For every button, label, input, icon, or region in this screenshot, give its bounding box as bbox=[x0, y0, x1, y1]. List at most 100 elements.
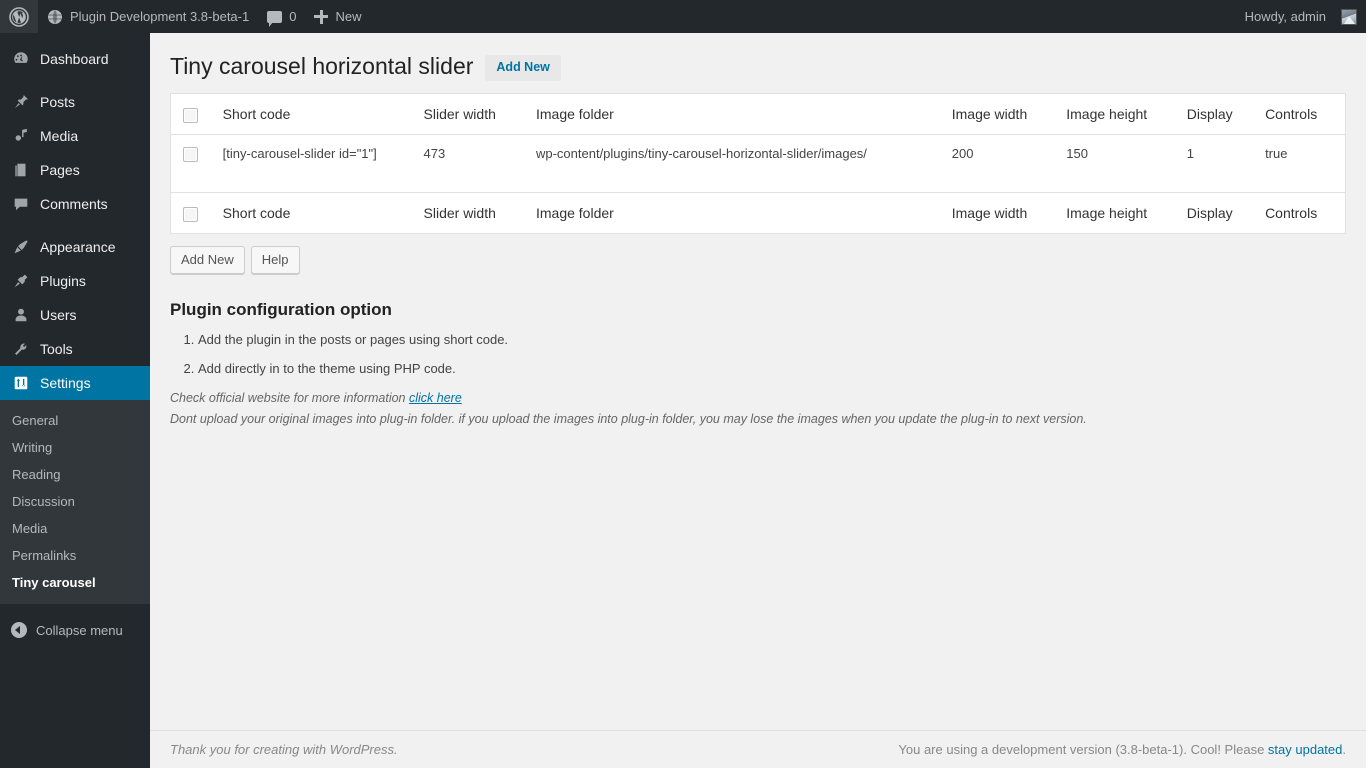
sidebar-item-posts[interactable]: Posts bbox=[0, 85, 150, 119]
row-checkbox[interactable] bbox=[183, 147, 198, 163]
sidebar-item-tools[interactable]: Tools bbox=[0, 332, 150, 366]
sidebar-item-label: Plugins bbox=[40, 273, 86, 289]
column-footer-short-code: Short code bbox=[212, 192, 414, 234]
sidebar-item-label: Pages bbox=[40, 162, 80, 178]
note-official-website: Check official website for more informat… bbox=[170, 388, 1346, 409]
wordpress-logo-icon bbox=[9, 6, 29, 27]
column-footer-image-width: Image width bbox=[941, 192, 1057, 234]
avatar bbox=[1341, 8, 1357, 25]
cell-image-width: 200 bbox=[951, 146, 974, 162]
cell-short-code: [tiny-carousel-slider id="1"] bbox=[222, 146, 377, 162]
dashboard-icon bbox=[11, 49, 31, 69]
submenu-item-writing[interactable]: Writing bbox=[0, 434, 150, 461]
sidebar-item-appearance[interactable]: Appearance bbox=[0, 230, 150, 264]
sidebar-item-dashboard[interactable]: Dashboard bbox=[0, 42, 150, 76]
sidebar-item-plugins[interactable]: Plugins bbox=[0, 264, 150, 298]
table-head: Short code Slider width Image folder Ima… bbox=[170, 93, 1346, 135]
plus-icon bbox=[314, 9, 329, 24]
wp-logo-menu-item[interactable] bbox=[0, 0, 38, 33]
footer-thankyou-period: . bbox=[394, 742, 398, 757]
submenu-item-general[interactable]: General bbox=[0, 407, 150, 434]
howdy-label: Howdy, admin bbox=[1244, 9, 1326, 24]
submenu-item-permalinks[interactable]: Permalinks bbox=[0, 542, 150, 569]
column-header-image-folder: Image folder bbox=[525, 93, 942, 135]
site-name-menu-item[interactable]: Plugin Development 3.8-beta-1 bbox=[38, 0, 258, 33]
pages-icon bbox=[11, 160, 31, 180]
settings-submenu: General Writing Reading Discussion Media… bbox=[0, 400, 150, 604]
select-all-checkbox-footer[interactable] bbox=[183, 206, 198, 222]
cell-controls: true bbox=[1265, 146, 1288, 162]
action-buttons: Add New Help bbox=[170, 246, 1346, 275]
site-name-label: Plugin Development 3.8-beta-1 bbox=[70, 9, 250, 24]
menu-separator bbox=[0, 33, 150, 42]
column-footer-image-folder: Image folder bbox=[525, 192, 942, 234]
plugins-icon bbox=[11, 271, 31, 291]
submenu-item-media[interactable]: Media bbox=[0, 515, 150, 542]
sliders-table: Short code Slider width Image folder Ima… bbox=[170, 93, 1346, 235]
sidebar-item-users[interactable]: Users bbox=[0, 298, 150, 332]
admin-bar: Plugin Development 3.8-beta-1 0 New Howd… bbox=[0, 0, 1366, 33]
sidebar-item-label: Media bbox=[40, 128, 79, 144]
stay-updated-link[interactable]: stay updated bbox=[1268, 742, 1342, 757]
add-new-title-action[interactable]: Add New bbox=[485, 54, 561, 81]
users-icon bbox=[11, 305, 31, 325]
column-footer-image-height: Image height bbox=[1056, 192, 1177, 234]
footer-version-period: . bbox=[1342, 742, 1346, 757]
footer-thankyou: Thank you for creating with WordPress. bbox=[170, 742, 398, 757]
sidebar-item-comments[interactable]: Comments bbox=[0, 187, 150, 221]
column-header-controls: Controls bbox=[1255, 93, 1346, 135]
add-new-button[interactable]: Add New bbox=[170, 246, 245, 275]
sidebar-item-label: Posts bbox=[40, 94, 76, 110]
sidebar-item-label: Tools bbox=[40, 341, 73, 357]
submenu-item-discussion[interactable]: Discussion bbox=[0, 488, 150, 515]
column-header-short-code: Short code bbox=[212, 93, 414, 135]
sidebar-item-media[interactable]: Media bbox=[0, 119, 150, 153]
table-header-row: Short code Slider width Image folder Ima… bbox=[170, 93, 1346, 135]
column-header-display: Display bbox=[1176, 93, 1256, 135]
comments-menu-item[interactable]: 0 bbox=[258, 0, 305, 33]
comments-icon bbox=[11, 194, 31, 214]
column-header-slider-width: Slider width bbox=[413, 93, 526, 135]
column-header-image-height: Image height bbox=[1056, 93, 1177, 135]
comment-bubble-icon bbox=[267, 10, 283, 27]
note-upload-warning: Dont upload your original images into pl… bbox=[170, 412, 1087, 427]
select-all-header bbox=[170, 93, 213, 135]
sidebar-item-settings[interactable]: Settings bbox=[0, 366, 158, 400]
column-header-image-width: Image width bbox=[941, 93, 1057, 135]
my-account-menu-item[interactable]: Howdy, admin bbox=[1236, 0, 1366, 33]
wordpress-link[interactable]: WordPress bbox=[330, 742, 394, 757]
sidebar-item-label: Settings bbox=[40, 375, 91, 391]
page-title: Tiny carousel horizontal slider Add New bbox=[170, 43, 1346, 85]
table-foot: Short code Slider width Image folder Ima… bbox=[170, 192, 1346, 234]
media-icon bbox=[11, 126, 31, 146]
footer-version-notice: You are using a development version (3.8… bbox=[898, 742, 1346, 757]
comments-count: 0 bbox=[289, 9, 297, 24]
table-row[interactable]: [tiny-carousel-slider id="1"] 473 wp-con… bbox=[171, 135, 1346, 193]
column-footer-slider-width: Slider width bbox=[413, 192, 526, 234]
wrench-icon bbox=[11, 339, 31, 359]
cell-image-folder: wp-content/plugins/tiny-carousel-horizon… bbox=[535, 146, 867, 162]
settings-icon bbox=[11, 373, 31, 393]
content-area: Tiny carousel horizontal slider Add New … bbox=[150, 33, 1366, 768]
notes-block: Check official website for more informat… bbox=[170, 388, 1346, 431]
new-content-menu-item[interactable]: New bbox=[305, 0, 370, 33]
note-line1-text: Check official website for more informat… bbox=[170, 391, 409, 406]
submenu-item-reading[interactable]: Reading bbox=[0, 461, 150, 488]
admin-bar-right: Howdy, admin bbox=[1236, 0, 1366, 33]
sidebar-item-pages[interactable]: Pages bbox=[0, 153, 150, 187]
page-title-text: Tiny carousel horizontal slider bbox=[170, 53, 474, 79]
submenu-item-tiny-carousel[interactable]: Tiny carousel bbox=[0, 569, 150, 596]
menu-separator bbox=[0, 221, 150, 230]
admin-sidebar: Dashboard Posts Media Pages Comments App… bbox=[0, 33, 158, 768]
select-all-footer bbox=[170, 192, 213, 234]
collapse-menu-label: Collapse menu bbox=[36, 622, 123, 638]
select-all-checkbox[interactable] bbox=[183, 107, 198, 123]
collapse-menu-button[interactable]: Collapse menu bbox=[0, 613, 150, 647]
footer-version-text: You are using a development version (3.8… bbox=[898, 742, 1268, 757]
config-option-list: Add the plugin in the posts or pages usi… bbox=[170, 330, 1346, 378]
config-section-title: Plugin configuration option bbox=[170, 300, 392, 320]
click-here-link[interactable]: click here bbox=[409, 391, 462, 405]
help-button[interactable]: Help bbox=[250, 246, 300, 275]
row-select-cell bbox=[171, 135, 213, 193]
list-item: Add the plugin in the posts or pages usi… bbox=[198, 330, 1346, 350]
